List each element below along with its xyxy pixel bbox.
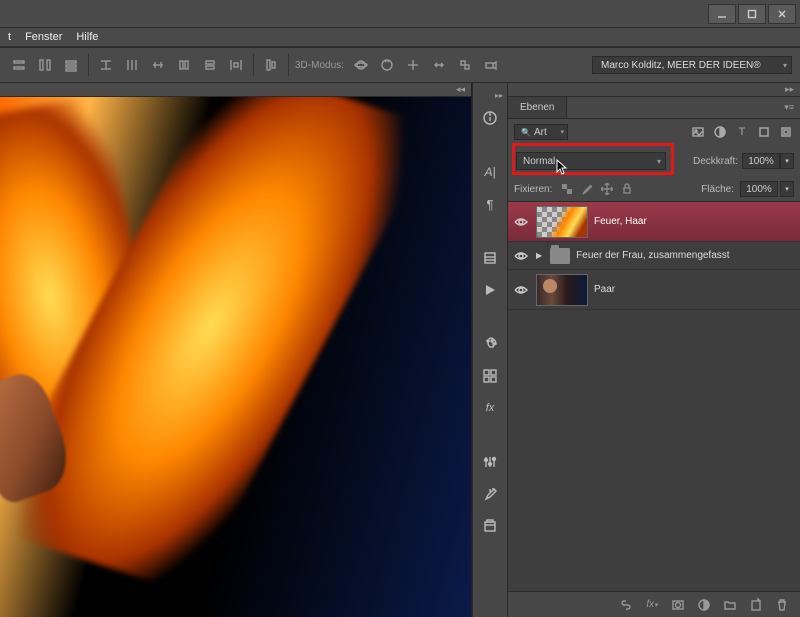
layer-name: Feuer, Haar <box>594 216 647 227</box>
align-icon-1[interactable] <box>8 54 30 76</box>
layer-footer: fx▾ <box>508 591 800 617</box>
adjustment-layer-icon[interactable] <box>696 597 712 613</box>
mode3d-slide-icon[interactable] <box>428 54 450 76</box>
mode3d-orbit-icon[interactable] <box>350 54 372 76</box>
dock-history-icon[interactable] <box>477 515 503 537</box>
visibility-toggle[interactable] <box>512 281 530 299</box>
dock-color-icon[interactable] <box>477 333 503 355</box>
lock-transparency-icon[interactable] <box>558 181 576 197</box>
filter-adjust-icon[interactable] <box>712 124 728 140</box>
mode3d-label: 3D-Modus: <box>295 60 344 71</box>
window-controls <box>706 4 796 24</box>
filter-pixel-icon[interactable] <box>690 124 706 140</box>
window-titlebar <box>0 0 800 28</box>
lock-position-icon[interactable] <box>598 181 616 197</box>
dock-expand-icon[interactable]: ▸▸ <box>495 91 503 97</box>
folder-icon <box>550 248 570 264</box>
mode3d-camera-icon[interactable] <box>480 54 502 76</box>
align-icon-3[interactable] <box>60 54 82 76</box>
author-dropdown[interactable]: Marco Kolditz, MEER DER IDEEN® <box>592 56 792 74</box>
layer-filter-kind-dropdown[interactable]: Art <box>514 124 568 140</box>
menu-window[interactable]: Fenster <box>25 31 62 43</box>
layers-panel: ▸▸ Ebenen ▾≡ Art T Normal Dec <box>508 83 800 617</box>
expand-triangle-icon[interactable]: ▶ <box>536 251 542 260</box>
layer-name: Feuer der Frau, zusammengefasst <box>576 250 729 261</box>
lock-all-icon[interactable] <box>618 181 636 197</box>
mode3d-pan-icon[interactable] <box>402 54 424 76</box>
menu-bar: t Fenster Hilfe <box>0 28 800 46</box>
mode3d-scale-icon[interactable] <box>454 54 476 76</box>
opacity-label: Deckkraft: <box>693 156 738 167</box>
panel-expand-icon[interactable]: ▸▸ <box>785 84 794 95</box>
layer-thumbnail[interactable] <box>536 206 588 238</box>
align-icon-2[interactable] <box>34 54 56 76</box>
dist-icon-3[interactable] <box>147 54 169 76</box>
blend-mode-dropdown[interactable]: Normal <box>516 152 666 170</box>
options-bar: 3D-Modus: Marco Kolditz, MEER DER IDEEN® <box>0 47 800 83</box>
opacity-slider-toggle[interactable]: ▾ <box>780 153 794 169</box>
dock-paragraph-icon[interactable]: ¶ <box>477 193 503 215</box>
canvas-tab-bar: ◂◂ <box>0 83 471 97</box>
fill-value[interactable]: 100% <box>740 181 778 197</box>
dock-adjustments-icon[interactable] <box>477 451 503 473</box>
layer-thumbnail[interactable] <box>536 274 588 306</box>
author-text: Marco Kolditz, MEER DER IDEEN® <box>601 60 761 71</box>
lock-label: Fixieren: <box>514 184 552 195</box>
cursor-icon <box>556 159 570 177</box>
menu-truncated[interactable]: t <box>8 31 11 43</box>
mode3d-roll-icon[interactable] <box>376 54 398 76</box>
layer-list: Feuer, Haar ▶ Feuer der Frau, zusammenge… <box>508 201 800 591</box>
fill-label: Fläche: <box>701 184 734 195</box>
collapse-arrows-icon[interactable]: ◂◂ <box>456 84 465 95</box>
layers-tab[interactable]: Ebenen <box>508 97 567 118</box>
layer-name: Paar <box>594 284 615 295</box>
maximize-button[interactable] <box>738 4 766 24</box>
panel-menu-icon[interactable]: ▾≡ <box>784 102 800 113</box>
close-button[interactable] <box>768 4 796 24</box>
dist-icon-4[interactable] <box>173 54 195 76</box>
minimize-button[interactable] <box>708 4 736 24</box>
delete-layer-icon[interactable] <box>774 597 790 613</box>
link-layers-icon[interactable] <box>618 597 634 613</box>
canvas[interactable] <box>0 97 471 617</box>
filter-type-icon[interactable]: T <box>734 124 750 140</box>
filter-smart-icon[interactable] <box>778 124 794 140</box>
dist-icon-5[interactable] <box>199 54 221 76</box>
layer-row[interactable]: Paar <box>508 270 800 310</box>
layer-style-icon[interactable]: fx▾ <box>644 597 660 613</box>
dock-character-icon[interactable]: A| <box>477 161 503 183</box>
dock-brush-icon[interactable] <box>477 483 503 505</box>
filter-shape-icon[interactable] <box>756 124 772 140</box>
menu-help[interactable]: Hilfe <box>76 31 98 43</box>
layer-row[interactable]: Feuer, Haar <box>508 202 800 242</box>
dist-icon-6[interactable] <box>225 54 247 76</box>
visibility-toggle[interactable] <box>512 213 530 231</box>
visibility-toggle[interactable] <box>512 247 530 265</box>
dock-swatches-icon[interactable] <box>477 365 503 387</box>
dist-icon-1[interactable] <box>95 54 117 76</box>
layer-row[interactable]: ▶ Feuer der Frau, zusammengefasst <box>508 242 800 270</box>
opacity-value[interactable]: 100% <box>742 153 780 169</box>
group-icon[interactable] <box>722 597 738 613</box>
dock-info-icon[interactable] <box>477 107 503 129</box>
blend-mode-value: Normal <box>523 156 555 167</box>
collapsed-dock: ▸▸ A| ¶ fx <box>472 83 508 617</box>
dist-icon-2[interactable] <box>121 54 143 76</box>
dock-styles-icon[interactable]: fx <box>477 397 503 419</box>
lock-pixels-icon[interactable] <box>578 181 596 197</box>
fill-slider-toggle[interactable]: ▾ <box>780 181 794 197</box>
layer-mask-icon[interactable] <box>670 597 686 613</box>
dock-actions-icon[interactable] <box>477 247 503 269</box>
auto-align-icon[interactable] <box>260 54 282 76</box>
dock-play-icon[interactable] <box>477 279 503 301</box>
new-layer-icon[interactable] <box>748 597 764 613</box>
